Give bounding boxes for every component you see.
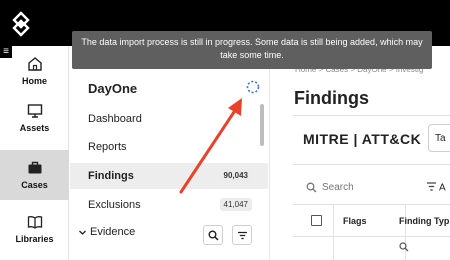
tooltip-text: The data import process is still in prog…	[81, 37, 423, 60]
import-progress-tooltip: The data import process is still in prog…	[72, 31, 432, 69]
